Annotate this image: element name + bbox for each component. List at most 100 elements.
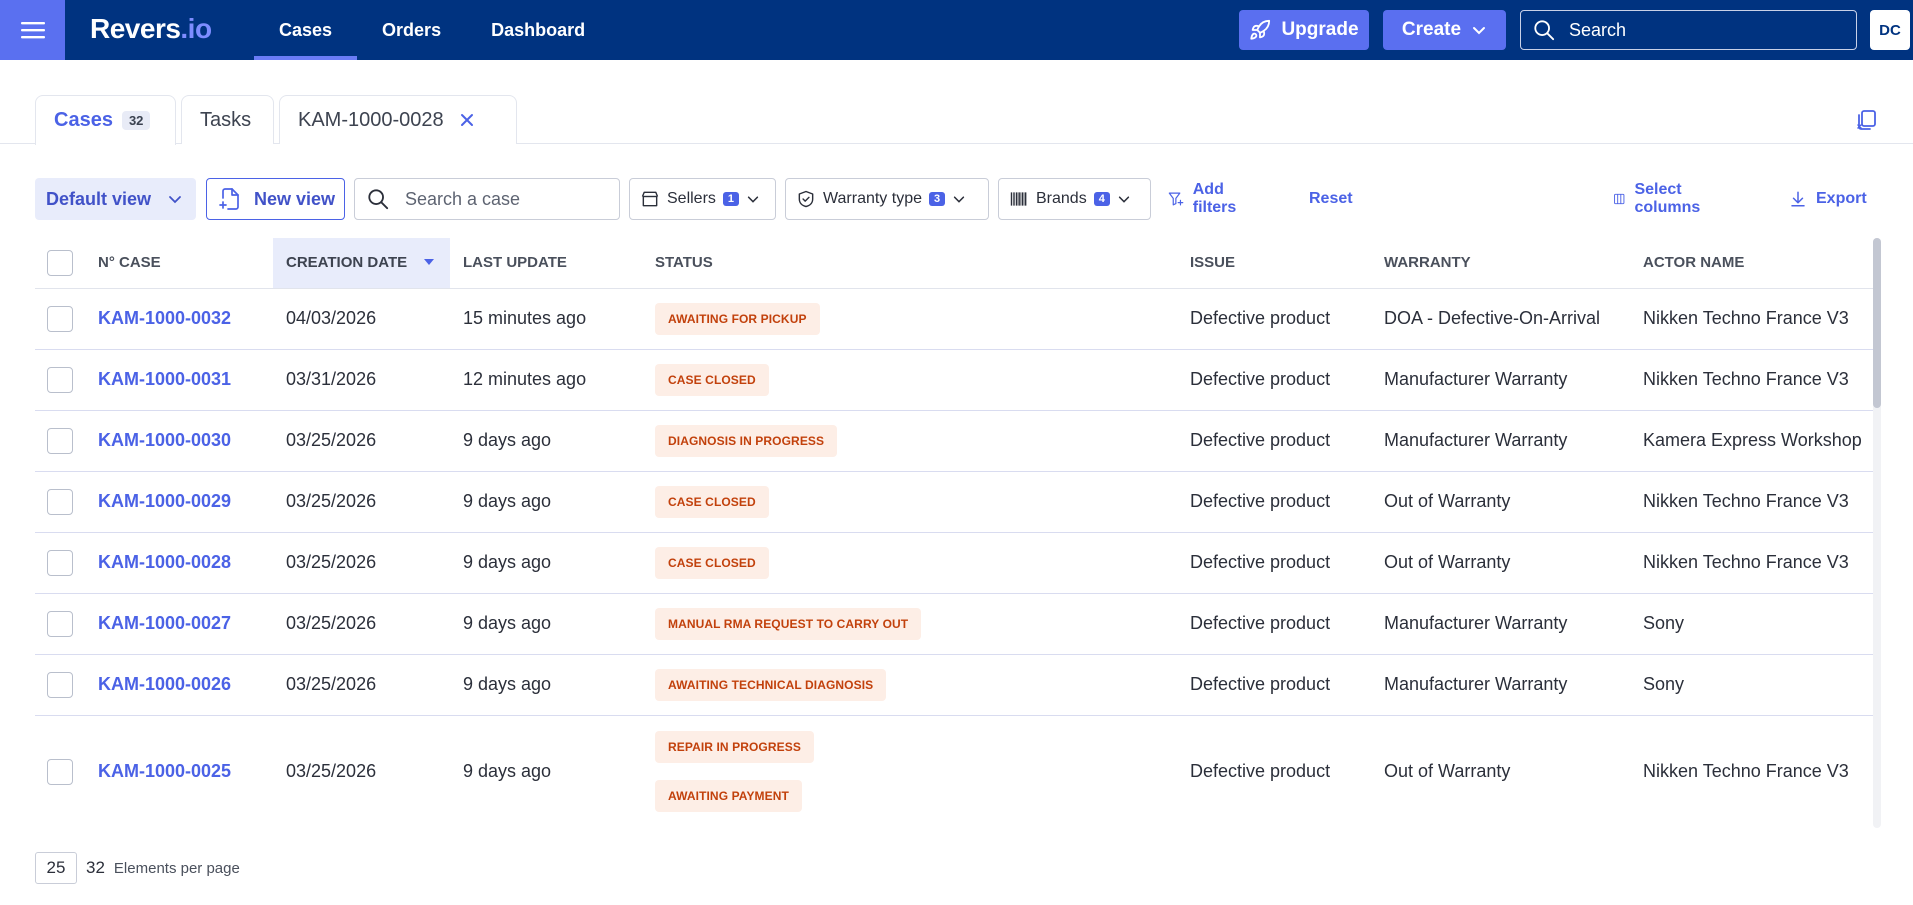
search-icon xyxy=(368,189,389,210)
row-checkbox[interactable] xyxy=(47,427,73,454)
status-badge: DIAGNOSIS IN PROGRESS xyxy=(655,424,838,457)
case-number-link[interactable]: KAM-1000-0027 xyxy=(98,613,231,633)
case-number-cell: KAM-1000-0030 xyxy=(98,410,273,472)
row-checkbox[interactable] xyxy=(47,366,73,393)
row-select-cell xyxy=(35,715,98,828)
last-update-cell: 9 days ago xyxy=(450,715,642,828)
status-cell: CASE CLOSED xyxy=(642,349,1177,411)
last-update-cell: 9 days ago xyxy=(450,471,642,533)
upgrade-button[interactable]: Upgrade xyxy=(1239,10,1369,50)
tab-tasks[interactable]: Tasks xyxy=(181,95,274,144)
case-number-link[interactable]: KAM-1000-0030 xyxy=(98,430,231,450)
table-row[interactable]: KAM-1000-0031 03/31/2026 12 minutes ago CAS… xyxy=(35,349,1875,411)
warranty-type-filter[interactable]: Warranty type 3 xyxy=(785,178,989,220)
per-page-label: Elements per page xyxy=(113,859,240,877)
new-view-button[interactable]: New view xyxy=(206,178,345,220)
actor-name-cell: Sony xyxy=(1630,593,1875,655)
case-number-link[interactable]: KAM-1000-0028 xyxy=(98,552,231,572)
search-icon xyxy=(1534,20,1555,41)
top-bar: Revers.io Cases Orders Dashboard Upgrade… xyxy=(0,0,1913,60)
nav-cases[interactable]: Cases xyxy=(254,0,358,60)
filter-plus-icon xyxy=(1168,192,1184,206)
actor-name-cell: Nikken Techno France V3 xyxy=(1630,349,1875,411)
tab-cases[interactable]: Cases 32 xyxy=(35,95,176,145)
case-number-cell: KAM-1000-0026 xyxy=(98,654,273,716)
table-row[interactable]: KAM-1000-0030 03/25/2026 9 days ago DIAGNOS… xyxy=(35,410,1875,472)
status-stack: CASE CLOSED xyxy=(655,546,1177,579)
column-header-creation-date[interactable]: CREATION DATE xyxy=(273,238,450,289)
avatar[interactable]: DC xyxy=(1870,10,1910,50)
select-all-checkbox[interactable] xyxy=(47,249,73,276)
row-select-cell xyxy=(35,349,98,411)
row-checkbox[interactable] xyxy=(47,305,73,332)
case-number-link[interactable]: KAM-1000-0025 xyxy=(98,761,231,781)
creation-date-cell: 03/25/2026 xyxy=(273,715,450,828)
nav-dashboard[interactable]: Dashboard xyxy=(466,0,610,60)
status-badge: MANUAL RMA REQUEST TO CARRY OUT xyxy=(655,607,922,640)
create-button[interactable]: Create xyxy=(1383,10,1506,50)
table-row[interactable]: KAM-1000-0027 03/25/2026 9 days ago MANUAL … xyxy=(35,593,1875,655)
status-stack: AWAITING TECHNICAL DIAGNOSIS xyxy=(655,668,1177,701)
row-select-cell xyxy=(35,654,98,716)
case-number-link[interactable]: KAM-1000-0032 xyxy=(98,308,231,328)
sort-desc-icon xyxy=(424,259,435,266)
case-number-link[interactable]: KAM-1000-0031 xyxy=(98,369,231,389)
table-row[interactable]: KAM-1000-0028 03/25/2026 9 days ago CASE CL… xyxy=(35,532,1875,594)
table-row[interactable]: KAM-1000-0025 03/25/2026 9 days ago REPAIR … xyxy=(35,715,1875,828)
issue-cell: Defective product xyxy=(1177,471,1371,533)
column-header-case[interactable]: N° CASE xyxy=(98,238,273,289)
status-badge: AWAITING FOR PICKUP xyxy=(655,302,820,335)
case-number-link[interactable]: KAM-1000-0026 xyxy=(98,674,231,694)
status-badge: CASE CLOSED xyxy=(655,363,769,396)
tab-case-detail[interactable]: KAM-1000-0028 xyxy=(279,95,517,144)
table-scrollbar-thumb[interactable] xyxy=(1873,238,1881,408)
column-header-warranty[interactable]: WARRANTY xyxy=(1371,238,1630,289)
chevron-down-icon xyxy=(169,196,181,204)
case-number-cell: KAM-1000-0027 xyxy=(98,593,273,655)
select-columns-button[interactable]: Select columns xyxy=(1613,178,1708,220)
reset-button[interactable]: Reset xyxy=(1309,178,1353,220)
column-header-issue[interactable]: ISSUE xyxy=(1177,238,1371,289)
main-nav: Cases Orders Dashboard xyxy=(254,0,610,60)
case-number-cell: KAM-1000-0032 xyxy=(98,288,273,350)
row-checkbox[interactable] xyxy=(47,758,73,785)
row-select-cell xyxy=(35,532,98,594)
case-search-input[interactable] xyxy=(405,188,605,210)
duplicate-icon[interactable] xyxy=(1854,108,1878,132)
menu-icon[interactable] xyxy=(0,0,65,60)
case-number-link[interactable]: KAM-1000-0029 xyxy=(98,491,231,511)
status-badge: REPAIR IN PROGRESS xyxy=(655,731,814,763)
warranty-cell: Manufacturer Warranty xyxy=(1371,410,1630,472)
creation-date-cell: 03/25/2026 xyxy=(273,532,450,594)
column-header-last-update[interactable]: LAST UPDATE xyxy=(450,238,642,289)
add-filters-label: Add filters xyxy=(1192,181,1237,216)
table-row[interactable]: KAM-1000-0032 04/03/2026 15 minutes ago AWA… xyxy=(35,288,1875,350)
brands-filter[interactable]: Brands 4 xyxy=(998,178,1151,220)
actor-name-cell: Nikken Techno France V3 xyxy=(1630,715,1875,828)
table-row[interactable]: KAM-1000-0029 03/25/2026 9 days ago CASE CL… xyxy=(35,471,1875,533)
logo[interactable]: Revers.io xyxy=(90,11,212,47)
table-row[interactable]: KAM-1000-0026 03/25/2026 9 days ago AWAITIN… xyxy=(35,654,1875,716)
row-checkbox[interactable] xyxy=(47,610,73,637)
sellers-filter[interactable]: Sellers 1 xyxy=(629,178,776,220)
column-header-actor-name[interactable]: ACTOR NAME xyxy=(1630,238,1875,289)
global-search-input[interactable] xyxy=(1569,19,1839,41)
warranty-cell: Out of Warranty xyxy=(1371,471,1630,533)
create-label: Create xyxy=(1401,19,1462,40)
warranty-cell: Out of Warranty xyxy=(1371,715,1630,828)
status-cell: AWAITING TECHNICAL DIAGNOSIS xyxy=(642,654,1177,716)
row-checkbox[interactable] xyxy=(47,488,73,515)
chevron-down-icon xyxy=(747,196,759,203)
row-checkbox[interactable] xyxy=(47,549,73,576)
nav-orders[interactable]: Orders xyxy=(357,0,466,60)
add-filters-button[interactable]: Add filters xyxy=(1168,178,1245,220)
per-page-select[interactable]: 25 xyxy=(35,852,77,884)
close-icon[interactable] xyxy=(460,107,474,133)
creation-date-cell: 04/03/2026 xyxy=(273,288,450,350)
column-header-status[interactable]: STATUS xyxy=(642,238,1177,289)
view-select[interactable]: Default view xyxy=(35,178,196,220)
warranty-cell: DOA - Defective-On-Arrival xyxy=(1371,288,1630,350)
columns-icon xyxy=(1614,193,1625,205)
export-button[interactable]: Export xyxy=(1789,178,1867,220)
row-checkbox[interactable] xyxy=(47,671,73,698)
